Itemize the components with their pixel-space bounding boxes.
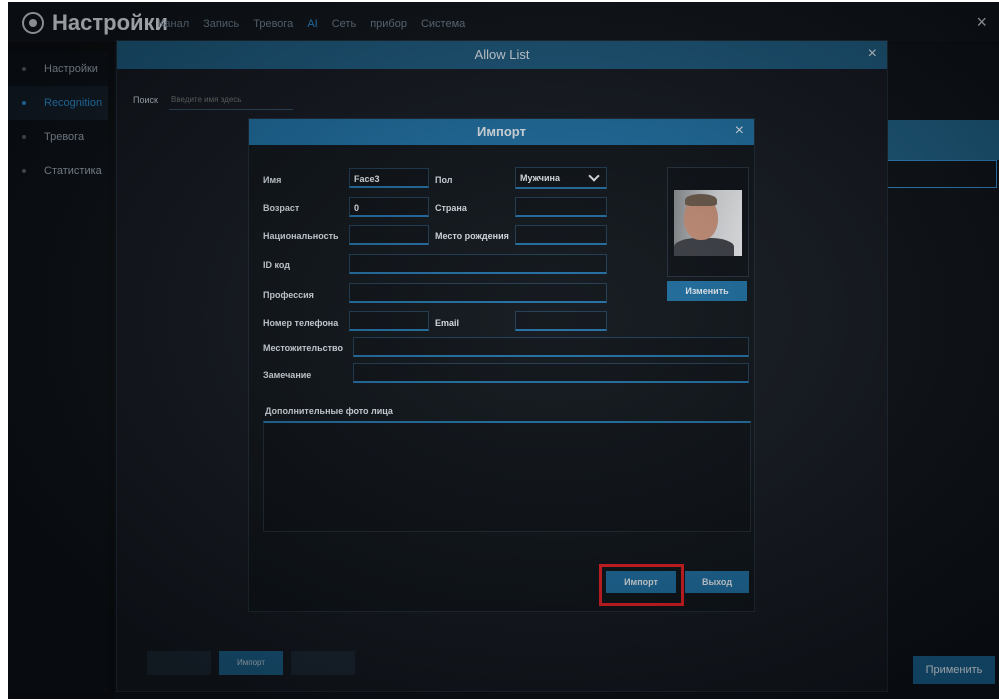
email-field[interactable]: [515, 311, 607, 331]
import-button-highlight: [599, 564, 684, 606]
app-title: Настройки: [52, 10, 169, 35]
residence-field[interactable]: [353, 337, 749, 357]
nationality-field[interactable]: [349, 225, 429, 245]
tab-channel[interactable]: Канал: [158, 18, 189, 30]
bottom-button-disabled[interactable]: [291, 651, 355, 675]
sidebar: Настройки Recognition Тревога Статистика: [8, 52, 108, 692]
import-dialog-header: Импорт ×: [249, 119, 754, 145]
bullet-icon: [22, 135, 26, 139]
id-code-field[interactable]: [349, 254, 607, 274]
gender-select[interactable]: Мужчина: [515, 167, 607, 189]
allow-list-import-button[interactable]: Импорт: [219, 651, 283, 675]
birthplace-label: Место рождения: [435, 231, 509, 241]
list-selected-row[interactable]: [883, 160, 997, 188]
import-dialog: Импорт × Имя Face3 Пол Мужчина Возраст 0…: [248, 118, 755, 612]
search-input[interactable]: [169, 89, 293, 110]
bullet-icon: [22, 169, 26, 173]
list-header-strip: [883, 120, 999, 160]
bullet-icon: [22, 67, 26, 71]
bullet-icon: [22, 101, 26, 105]
sidebar-item-recognition[interactable]: Recognition: [8, 86, 108, 120]
import-dialog-title: Импорт: [477, 124, 526, 139]
profession-field[interactable]: [349, 283, 607, 303]
top-nav: Канал Запись Тревога AI Сеть прибор Сист…: [158, 18, 465, 30]
name-label: Имя: [263, 175, 282, 185]
tab-device[interactable]: прибор: [370, 18, 407, 30]
extra-photos-label: Дополнительные фото лица: [265, 406, 393, 416]
face-photo: [674, 190, 742, 256]
change-photo-button[interactable]: Изменить: [667, 281, 747, 301]
gender-select-value: Мужчина: [520, 173, 560, 183]
sidebar-item-statistics[interactable]: Статистика: [8, 154, 108, 188]
tab-network[interactable]: Сеть: [332, 18, 356, 30]
sidebar-item-settings[interactable]: Настройки: [8, 52, 108, 86]
apply-button[interactable]: Применить: [913, 656, 995, 684]
close-icon[interactable]: ×: [735, 122, 744, 140]
name-field[interactable]: Face3: [349, 168, 429, 188]
age-field[interactable]: 0: [349, 197, 429, 217]
nvr-screen: Настройки Канал Запись Тревога AI Сеть п…: [8, 2, 999, 699]
phone-field[interactable]: [349, 311, 429, 331]
chevron-down-icon: [588, 170, 600, 182]
top-bar: Настройки Канал Запись Тревога AI Сеть п…: [8, 2, 999, 42]
tab-alarm[interactable]: Тревога: [253, 18, 293, 30]
note-field[interactable]: [353, 363, 749, 383]
search-label: Поиск: [133, 95, 158, 105]
id-code-label: ID код: [263, 260, 290, 270]
gender-label: Пол: [435, 175, 453, 185]
bottom-button-disabled[interactable]: [147, 651, 211, 675]
tab-record[interactable]: Запись: [203, 18, 239, 30]
country-field[interactable]: [515, 197, 607, 217]
profession-label: Профессия: [263, 290, 314, 300]
sidebar-item-alarm[interactable]: Тревога: [8, 120, 108, 154]
sidebar-item-label: Статистика: [44, 165, 102, 177]
phone-label: Номер телефона: [263, 318, 339, 328]
sidebar-item-label: Настройки: [44, 63, 98, 75]
close-icon[interactable]: ×: [976, 12, 987, 33]
note-label: Замечание: [263, 370, 312, 380]
tab-system[interactable]: Система: [421, 18, 465, 30]
extra-photos-area[interactable]: [263, 421, 751, 532]
email-label: Email: [435, 318, 460, 328]
face-photo-frame: [667, 167, 749, 277]
settings-gear-icon: [22, 12, 44, 34]
residence-label: Местожительство: [263, 343, 343, 353]
sidebar-item-label: Recognition: [44, 97, 103, 109]
tab-ai[interactable]: AI: [307, 18, 317, 30]
sidebar-item-label: Тревога: [44, 131, 85, 143]
exit-button[interactable]: Выход: [685, 571, 749, 593]
allow-list-header: Allow List ×: [117, 41, 887, 69]
birthplace-field[interactable]: [515, 225, 607, 245]
age-label: Возраст: [263, 203, 300, 213]
allow-list-title: Allow List: [474, 47, 530, 62]
nationality-label: Национальность: [263, 231, 339, 241]
close-icon[interactable]: ×: [868, 45, 877, 63]
country-label: Страна: [435, 203, 467, 213]
